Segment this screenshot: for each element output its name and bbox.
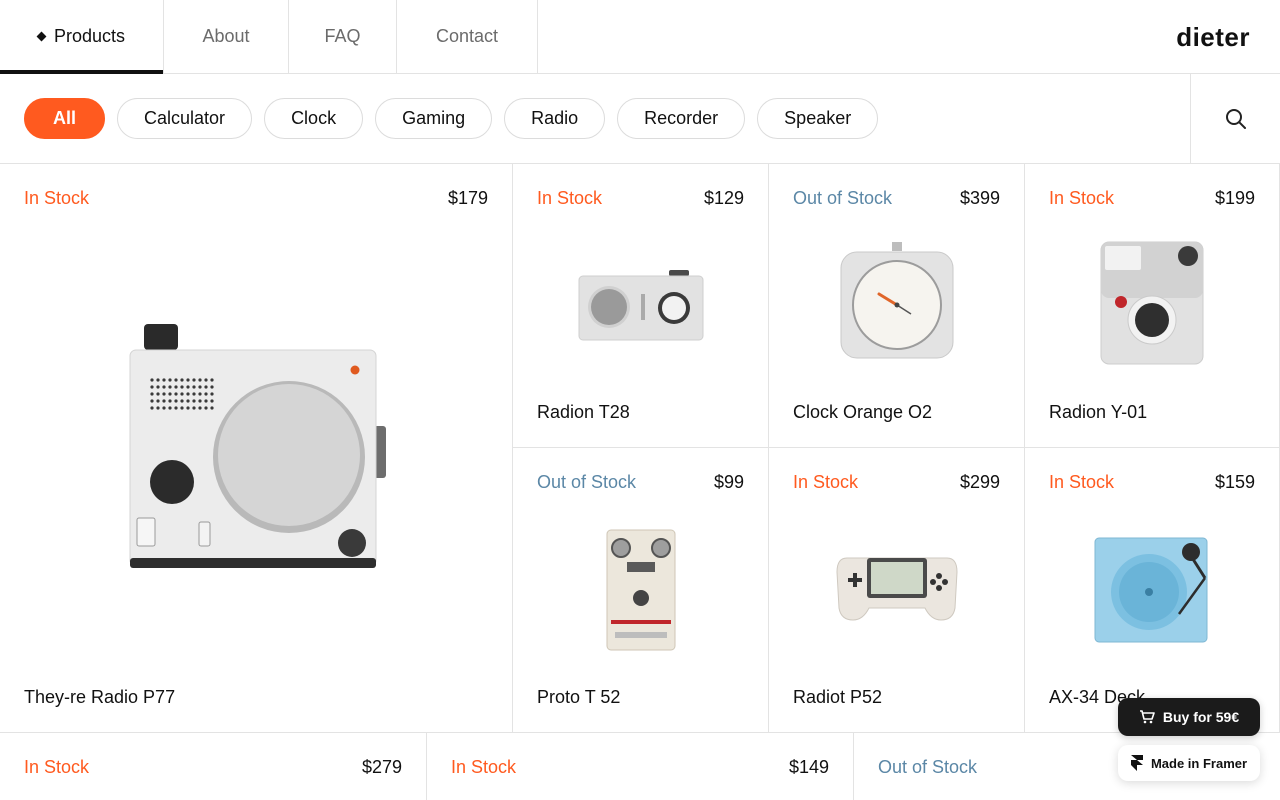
product-card-radiot-p52[interactable]: In Stock $299 Radiot P52: [769, 448, 1025, 733]
product-price: $399: [959, 188, 1000, 208]
product-price: $299: [959, 472, 1000, 492]
chip-speaker[interactable]: Speaker: [757, 98, 879, 139]
product-name: Clock Orange O2: [793, 402, 933, 422]
chip-calculator[interactable]: Calculator: [117, 98, 253, 139]
product-card[interactable]: In Stock $149: [427, 733, 854, 800]
tab-faq[interactable]: FAQ: [289, 0, 397, 73]
stock-status: In Stock: [1049, 188, 1115, 208]
product-price: $199: [1214, 188, 1255, 208]
product-card-radion-y-01[interactable]: In Stock $199 Radion Y-01: [1025, 164, 1280, 448]
radio-image: [129, 324, 386, 568]
tab-contact[interactable]: Contact: [397, 0, 538, 73]
product-name: Proto T 52: [537, 687, 621, 707]
cart-icon: [1139, 710, 1155, 724]
radio-image: [578, 270, 704, 341]
chip-all[interactable]: All: [24, 98, 106, 139]
product-card-ax-34-deck[interactable]: In Stock $159 AX-34 Deck: [1025, 448, 1280, 733]
product-card-they-re-radio-p77[interactable]: In Stock $179 They-re Radio P77: [0, 164, 513, 733]
product-card[interactable]: In Stock $279: [0, 733, 427, 800]
tab-label: About: [202, 26, 250, 46]
product-price: $129: [703, 188, 744, 208]
product-name: Radiot P52: [793, 687, 883, 707]
tab-about[interactable]: About: [164, 0, 289, 73]
recorder-image: [606, 529, 676, 651]
top-nav: Products About FAQ Contact dieter: [0, 0, 1280, 74]
product-price: $179: [447, 188, 488, 208]
filter-bar: All Calculator Clock Gaming Radio Record…: [0, 74, 1280, 164]
made-in-framer-badge[interactable]: Made in Framer: [1118, 745, 1260, 781]
tab-label: Contact: [435, 26, 499, 46]
stock-status: In Stock: [24, 757, 90, 777]
product-name: Radion Y-01: [1049, 402, 1148, 422]
product-card-proto-t-52[interactable]: Out of Stock $99 Proto T 52: [513, 448, 769, 733]
product-card-clock-orange-o2[interactable]: Out of Stock $399 Clock Orange O2: [769, 164, 1025, 448]
clock-image: [840, 242, 954, 359]
product-price: $99: [713, 472, 744, 492]
buy-template-button[interactable]: Buy for 59€: [1118, 698, 1260, 736]
category-chips: All Calculator Clock Gaming Radio Record…: [24, 98, 879, 139]
framer-label: Made in Framer: [1150, 755, 1248, 771]
stock-status: In Stock: [24, 188, 90, 208]
brand-logo[interactable]: dieter: [1176, 22, 1250, 53]
game-console-image: [836, 557, 958, 621]
chip-radio[interactable]: Radio: [504, 98, 606, 139]
stock-status: In Stock: [793, 472, 859, 492]
chip-gaming[interactable]: Gaming: [375, 98, 493, 139]
diamond-icon: [36, 31, 47, 42]
stock-status: Out of Stock: [793, 188, 893, 208]
tab-products[interactable]: Products: [0, 0, 164, 74]
search-icon: [1225, 108, 1246, 129]
stock-status: In Stock: [451, 757, 517, 777]
search-button[interactable]: [1190, 74, 1280, 163]
framer-icon: [1130, 755, 1143, 771]
stock-status: Out of Stock: [537, 472, 637, 492]
buy-label: Buy for 59€: [1162, 709, 1240, 725]
tab-label: Products: [53, 26, 126, 46]
camera-image: [1100, 241, 1204, 365]
product-price: $279: [361, 757, 402, 777]
chip-clock[interactable]: Clock: [264, 98, 364, 139]
chip-recorder[interactable]: Recorder: [617, 98, 746, 139]
stock-status: Out of Stock: [878, 757, 978, 777]
product-card-radion-t28[interactable]: In Stock $129 Radion T28: [513, 164, 769, 448]
stock-status: In Stock: [537, 188, 603, 208]
product-price: $149: [788, 757, 829, 777]
turntable-image: [1094, 537, 1208, 643]
tab-label: FAQ: [324, 26, 361, 46]
product-name: Radion T28: [537, 402, 630, 422]
product-name: They-re Radio P77: [24, 687, 176, 707]
product-price: $159: [1214, 472, 1255, 492]
stock-status: In Stock: [1049, 472, 1115, 492]
